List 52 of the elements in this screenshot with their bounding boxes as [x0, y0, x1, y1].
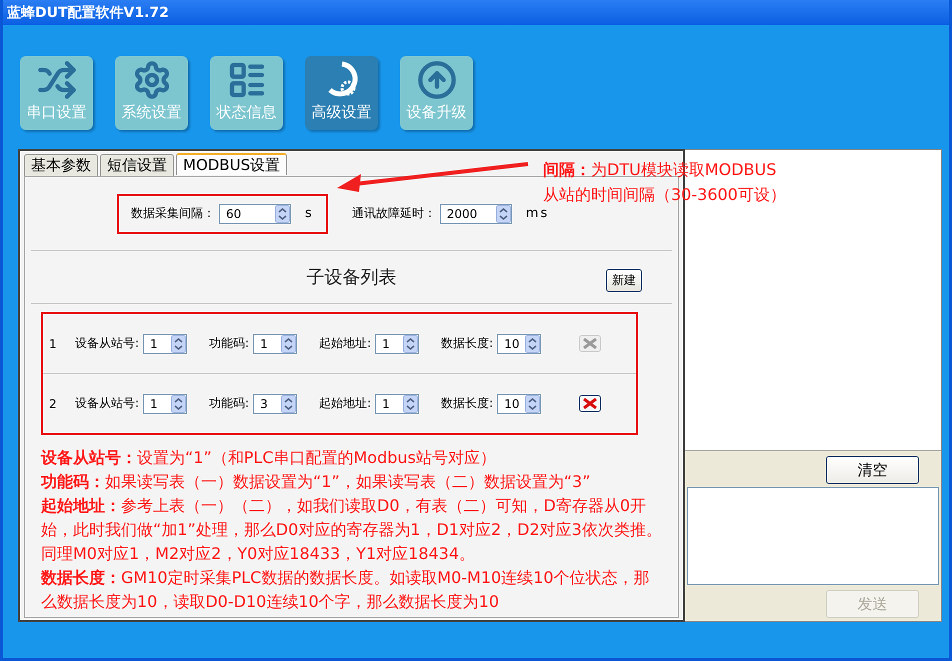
field-label: 设备从站号:: [75, 395, 140, 412]
tab[interactable]: 基本参数: [24, 154, 98, 176]
unit-label: s: [305, 206, 314, 221]
spin-arrows-icon: [403, 334, 418, 352]
spin-arrows-icon: [403, 394, 418, 412]
spin-arrows-icon: [171, 394, 186, 412]
number-field[interactable]: 2000: [440, 204, 512, 224]
spin-arrows-icon: [525, 394, 540, 412]
message-input[interactable]: [687, 487, 939, 585]
spin-arrows-icon: [525, 334, 540, 352]
shuffle-icon: [36, 60, 76, 100]
spin-arrows-icon: [275, 204, 290, 222]
note-paragraph: 功能码：如果读写表（一）数据设置为“1”，如果读写表（二）数据设置为“3”: [41, 471, 592, 493]
number-field[interactable]: 3: [253, 394, 298, 414]
number-field[interactable]: 10: [497, 334, 542, 354]
new-button[interactable]: 新建: [606, 269, 642, 292]
number-field[interactable]: 1: [143, 394, 188, 414]
field-label: 功能码:: [209, 335, 250, 352]
note-paragraph: 起始地址：参考上表（一）（二），如我们读取D0，有表（二）可知，D寄存器从0开始，此时我们做“加1”处理，那么D0对应的寄存器为1，D1对应2，D2对应3依次类推。同理M0对应1，M2对应2，Y0对应18433，Y1对应18434。: [41, 495, 662, 565]
number-field[interactable]: 1: [375, 394, 420, 414]
number-field[interactable]: 1: [375, 334, 420, 354]
field-label: 数据长度:: [441, 395, 494, 412]
field-label: 数据采集间隔：: [131, 205, 215, 222]
tab[interactable]: MODBUS设置: [176, 153, 288, 175]
field-label: 起始地址:: [319, 395, 372, 412]
upload-icon: [416, 60, 456, 100]
window-title: 蓝蜂DUT配置软件V1.72: [7, 4, 169, 22]
number-field[interactable]: 10: [497, 394, 542, 414]
clear-button[interactable]: 清空: [826, 456, 919, 484]
spin-arrows-icon: [496, 204, 511, 222]
number-field[interactable]: 1: [253, 334, 298, 354]
close-icon: [582, 398, 598, 409]
tab[interactable]: 短信设置: [100, 154, 174, 176]
spin-arrows-icon: [281, 334, 296, 352]
delete-button[interactable]: [579, 395, 602, 412]
toolbar-button[interactable]: 高级设置: [305, 56, 378, 130]
spin-arrows-icon: [281, 394, 296, 412]
note-paragraph: 设备从站号：设置为“1”（和PLC串口配置的Modbus站号对应）: [41, 447, 497, 469]
unit-label: ms: [526, 206, 550, 221]
row-number: 2: [49, 396, 58, 410]
number-field[interactable]: 60: [219, 204, 291, 224]
field-label: 数据长度:: [441, 335, 494, 352]
field-label: 设备从站号:: [75, 335, 140, 352]
row-number: 1: [49, 336, 58, 350]
field-label: 功能码:: [209, 395, 250, 412]
spin-arrows-icon: [171, 334, 186, 352]
close-icon: [582, 338, 598, 349]
number-field[interactable]: 1: [143, 334, 188, 354]
note-paragraph: 数据长度：GM10定时采集PLC数据的数据长度。如读取M0-M10连续10个位状态，那么数据长度为10，读取D0-D10连续10个字，那么数据长度为10: [41, 567, 651, 613]
list-title: 子设备列表: [306, 266, 396, 289]
field-label: 通讯故障延时：: [352, 205, 436, 222]
field-label: 起始地址:: [319, 335, 372, 352]
